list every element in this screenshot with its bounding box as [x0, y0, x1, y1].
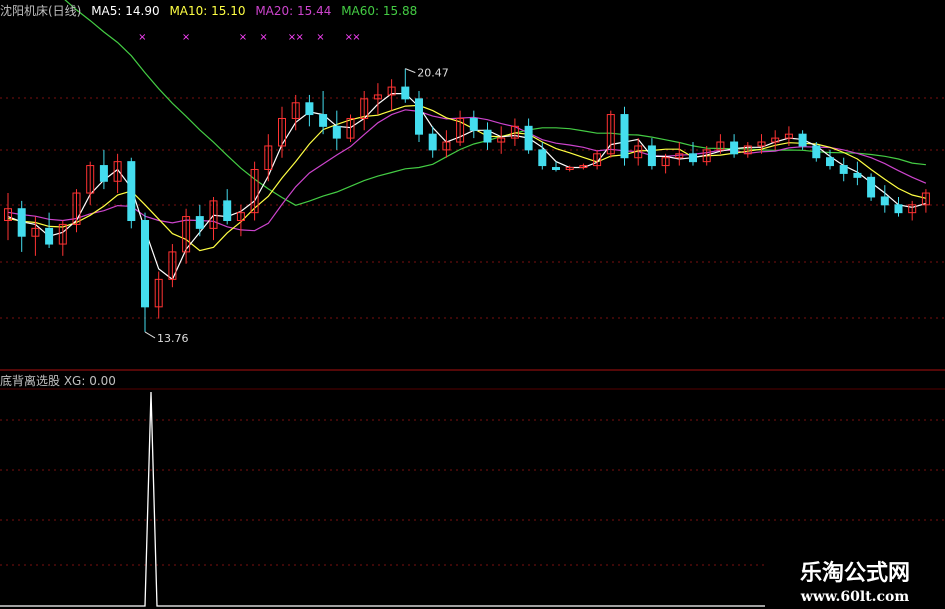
watermark-title: 乐淘公式网: [799, 561, 910, 586]
candle-body: [401, 86, 410, 100]
candle-body: [853, 172, 862, 178]
watermark: 乐淘公式网 www.60lt.com: [765, 551, 945, 609]
main-legend: 沈阳机床(日线) MA5: 14.90 MA10: 15.10 MA20: 15…: [0, 2, 423, 19]
price-annotation: 13.76: [157, 332, 189, 345]
signal-marker: ×: [239, 32, 247, 43]
candle-body: [812, 145, 821, 159]
signal-marker: ×: [259, 32, 267, 43]
candle-body: [127, 161, 136, 222]
candle-body: [867, 176, 876, 198]
candle-body: [195, 216, 204, 229]
candle-body: [880, 196, 889, 206]
ma20-line: [7, 109, 927, 232]
watermark-url: www.60lt.com: [800, 589, 910, 605]
ma10-label: MA10: 15.10: [169, 4, 246, 18]
signal-marker: ×: [352, 32, 360, 43]
ma20-label: MA20: 15.44: [255, 4, 332, 18]
stock-name: 沈阳机床(日线): [0, 4, 82, 18]
ma60-line: [64, 0, 926, 206]
candle-body: [45, 227, 54, 245]
candle-body: [826, 157, 834, 167]
candle-body: [798, 133, 807, 147]
candle-body: [524, 125, 533, 151]
ma60-label: MA60: 15.88: [341, 4, 418, 18]
candle-body: [552, 167, 560, 170]
candle-body: [305, 102, 314, 116]
kline-chart: 20.4713.76× × × × × × × × ×: [0, 0, 945, 607]
candle-body: [647, 145, 656, 167]
candle-body: [332, 125, 341, 139]
candle-body: [483, 129, 492, 143]
candle-body: [428, 133, 437, 151]
candle-body: [223, 200, 232, 222]
candle-body: [99, 165, 108, 182]
signal-marker: ×: [138, 32, 146, 43]
candle-body: [141, 220, 149, 308]
candle-body: [319, 114, 328, 127]
ma5-label: MA5: 14.90: [91, 4, 160, 18]
signal-marker: ×: [296, 32, 304, 43]
annotation-pointer: [405, 68, 416, 74]
signal-marker: ×: [182, 32, 190, 43]
candle-body: [839, 165, 848, 174]
candle-body: [17, 208, 26, 237]
candle-body: [620, 114, 629, 159]
price-annotation: 20.47: [417, 67, 449, 80]
candle-body: [415, 98, 423, 135]
candle-body: [894, 204, 903, 214]
signal-marker: ×: [316, 32, 324, 43]
candle-body: [689, 153, 697, 163]
candle-body: [469, 117, 478, 131]
indicator-legend: 底背离选股 XG: 0.00: [0, 374, 116, 388]
candle-body: [730, 141, 739, 155]
candle-body: [538, 149, 547, 167]
annotation-pointer: [144, 331, 156, 339]
